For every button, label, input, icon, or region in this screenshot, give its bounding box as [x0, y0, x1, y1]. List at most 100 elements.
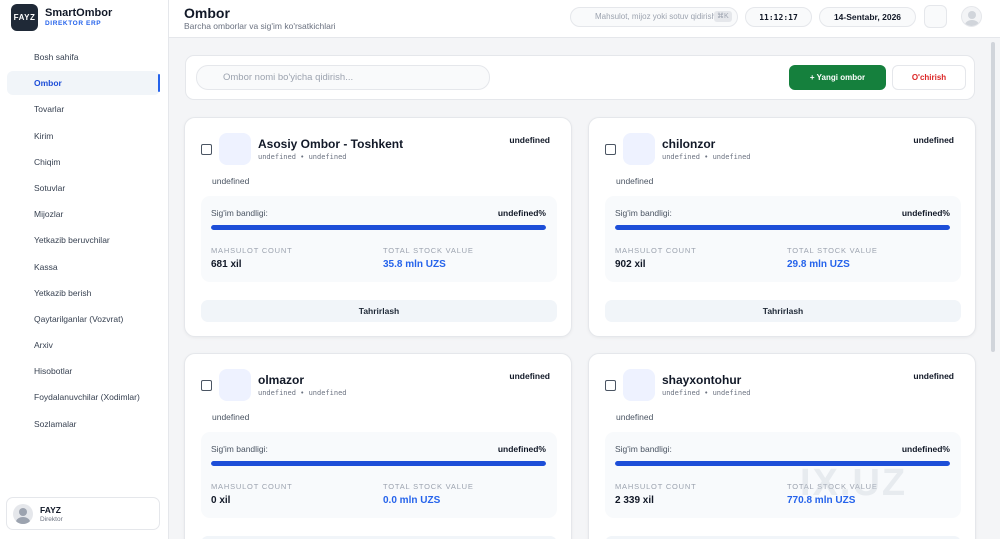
user-card[interactable]: FAYZ Direktor [6, 497, 160, 530]
sidebar-item-label: Kirim [34, 130, 54, 141]
page-title: Ombor [184, 5, 230, 21]
warehouse-icon [219, 369, 251, 401]
page-subtitle: Barcha omborlar va sig'im ko'rsatkichlar… [184, 21, 336, 31]
sidebar-item[interactable]: Chiqim [7, 150, 160, 174]
sidebar-item-label: Arxiv [34, 340, 53, 351]
capacity-label: Sig'im bandligi: [211, 444, 268, 454]
warehouse-card[interactable]: shayxontohur undefined • undefined undefin… [588, 353, 976, 539]
user-name: FAYZ [40, 504, 61, 515]
avatar [13, 503, 33, 524]
warehouse-search-input[interactable] [196, 65, 490, 90]
warehouse-address: undefined [616, 176, 654, 186]
scrollbar[interactable] [990, 40, 996, 539]
warehouse-card[interactable]: chilonzor undefined • undefined undefined u… [588, 117, 976, 337]
warehouse-name: chilonzor [662, 137, 716, 151]
product-count-value: 0 xil [211, 495, 231, 506]
warehouse-meta: undefined • undefined [662, 153, 751, 161]
warehouse-card[interactable]: Asosiy Ombor - Toshkent undefined • undef… [184, 117, 572, 337]
brand-name: SmartOmbor [45, 7, 113, 19]
sidebar-item[interactable]: Arxiv [7, 333, 160, 357]
sidebar-item-label: Sotuvlar [34, 182, 66, 193]
date-display: 14-Sentabr, 2026 [819, 7, 916, 27]
sidebar-item[interactable]: Mijozlar [7, 202, 160, 226]
sidebar-item[interactable]: Yetkazib beruvchilar [7, 228, 160, 252]
capacity-bar [211, 461, 546, 466]
sidebar-item[interactable]: Ombor [7, 71, 160, 96]
product-count-value: 681 xil [211, 259, 242, 270]
stats-panel: Sig'im bandligi: undefined% MAHSULOT COUNT… [605, 196, 961, 282]
warehouse-icon [623, 369, 655, 401]
capacity-label: Sig'im bandligi: [615, 444, 672, 454]
capacity-bar [211, 225, 546, 230]
add-warehouse-button[interactable]: + Yangi ombor [789, 65, 886, 90]
capacity-value: undefined% [901, 444, 950, 454]
scroll-thumb[interactable] [991, 42, 995, 352]
sidebar-item-label: Yetkazib beruvchilar [34, 235, 110, 246]
capacity-bar-fill [615, 225, 950, 230]
capacity-value: undefined% [497, 444, 546, 454]
profile-avatar[interactable] [961, 6, 982, 27]
sidebar-item[interactable]: Sotuvlar [7, 176, 160, 200]
warehouse-status: undefined [913, 371, 954, 381]
sidebar-item[interactable]: Hisobotlar [7, 359, 160, 383]
warehouse-address: undefined [212, 412, 250, 422]
product-count-value: 902 xil [615, 259, 646, 270]
sidebar-item[interactable]: Bosh sahifa [7, 45, 160, 69]
sidebar-item-label: Chiqim [34, 156, 61, 167]
sidebar-item-label: Yetkazib berish [34, 287, 92, 298]
capacity-value: undefined% [497, 208, 546, 218]
capacity-value: undefined% [901, 208, 950, 218]
stats-panel: Sig'im bandligi: undefined% MAHSULOT COUNT… [201, 432, 557, 518]
sidebar-item[interactable]: Kassa [7, 255, 160, 279]
edit-button[interactable]: Tahrirlash [605, 300, 961, 322]
stock-value-label: TOTAL STOCK VALUE [787, 482, 878, 491]
sidebar-item-label: Mijozlar [34, 209, 64, 220]
sidebar-item-label: Ombor [34, 78, 62, 89]
sidebar-item-label: Foydalanuvchilar (Xodimlar) [34, 392, 140, 403]
product-count-value: 2 339 xil [615, 495, 654, 506]
warehouse-name: shayxontohur [662, 373, 742, 387]
select-checkbox[interactable] [605, 380, 616, 391]
stock-value-label: TOTAL STOCK VALUE [383, 482, 474, 491]
toolbar: + Yangi ombor O'chirish [185, 55, 975, 100]
capacity-bar-fill [615, 461, 950, 466]
warehouse-icon [623, 133, 655, 165]
product-count-label: MAHSULOT COUNT [211, 482, 293, 491]
capacity-bar-fill [211, 225, 546, 230]
notification-button[interactable] [924, 5, 947, 28]
sidebar-item[interactable]: Foydalanuvchilar (Xodimlar) [7, 385, 160, 409]
sidebar-item[interactable]: Tovarlar [7, 97, 160, 121]
select-checkbox[interactable] [201, 144, 212, 155]
global-search-input[interactable]: Mahsulot, mijoz yoki sotuv qidirish... [570, 7, 738, 27]
warehouse-meta: undefined • undefined [662, 389, 751, 397]
sidebar-item[interactable]: Kirim [7, 124, 160, 148]
warehouse-card[interactable]: olmazor undefined • undefined undefined und… [184, 353, 572, 539]
warehouse-status: undefined [509, 135, 550, 145]
capacity-bar [615, 225, 950, 230]
user-role: Direktor [40, 515, 63, 523]
sidebar-item[interactable]: Sozlamalar [7, 412, 160, 436]
sidebar: FAYZ SmartOmbor DIREKTOR ERP Bosh sahifa… [0, 0, 169, 539]
capacity-bar [615, 461, 950, 466]
sidebar-item-label: Hisobotlar [34, 366, 73, 377]
stock-value-value: 29.8 mln UZS [787, 259, 850, 270]
brand-subtitle: DIREKTOR ERP [45, 20, 102, 27]
select-checkbox[interactable] [201, 380, 212, 391]
warehouse-status: undefined [913, 135, 954, 145]
capacity-label: Sig'im bandligi: [211, 208, 268, 218]
warehouse-meta: undefined • undefined [258, 389, 347, 397]
sidebar-nav: Bosh sahifa Ombor Tovarlar Kirim Chiqim Sotuv… [7, 45, 160, 438]
delete-button[interactable]: O'chirish [892, 65, 966, 90]
stats-panel: Sig'im bandligi: undefined% MAHSULOT COUNT… [605, 432, 961, 518]
sidebar-item[interactable]: Yetkazib berish [7, 281, 160, 305]
clock: 11:12:17 [745, 7, 812, 27]
select-checkbox[interactable] [605, 144, 616, 155]
warehouse-name: Asosiy Ombor - Toshkent [258, 137, 404, 151]
warehouse-status: undefined [509, 371, 550, 381]
warehouse-meta: undefined • undefined [258, 153, 347, 161]
sidebar-item[interactable]: Qaytarilganlar (Vozvrat) [7, 307, 160, 331]
brand[interactable]: FAYZ SmartOmbor DIREKTOR ERP [11, 4, 112, 31]
stock-value-value: 35.8 mln UZS [383, 259, 446, 270]
brand-logo: FAYZ [11, 4, 38, 31]
edit-button[interactable]: Tahrirlash [201, 300, 557, 322]
